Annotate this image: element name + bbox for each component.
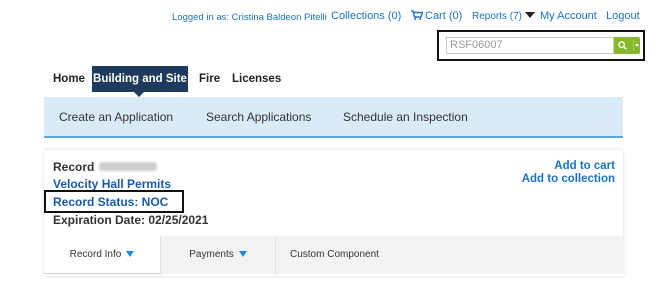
nav-home[interactable]: Home	[53, 66, 85, 92]
chevron-down-icon	[525, 12, 536, 18]
tab-custom-component-label: Custom Component	[290, 249, 379, 260]
schedule-inspection-link[interactable]: Schedule an Inspection	[343, 97, 468, 137]
logout-link[interactable]: Logout	[606, 10, 640, 22]
chevron-down-icon	[238, 251, 247, 257]
search-dropdown-icon[interactable]	[633, 40, 639, 51]
record-tabs: Record Info Payments Custom Component	[44, 236, 623, 274]
add-to-collection-link[interactable]: Add to collection	[522, 173, 615, 185]
nav-fire[interactable]: Fire	[199, 66, 220, 92]
search-button[interactable]	[614, 37, 640, 54]
record-status: Record Status: NOC	[53, 195, 169, 209]
record-card: Record Velocity Hall Permits Record Stat…	[44, 150, 623, 276]
chevron-down-icon	[126, 251, 135, 257]
reports-label: Reports (7)	[472, 11, 523, 22]
tab-record-info[interactable]: Record Info	[44, 236, 160, 274]
collections-link[interactable]: Collections (0)	[331, 10, 401, 22]
cart-link[interactable]: Cart (0)	[411, 10, 462, 22]
search-input[interactable]: RSF06007	[446, 37, 614, 54]
permit-type: Velocity Hall Permits	[53, 177, 172, 191]
redacted-record-number	[99, 162, 158, 171]
expiration-date: Expiration Date: 02/25/2021	[53, 213, 209, 227]
tab-payments-label: Payments	[189, 249, 234, 260]
top-bar: Logged in as: Cristina Baldeon Pitelli C…	[0, 10, 652, 26]
create-application-link[interactable]: Create an Application	[59, 97, 173, 137]
cart-icon	[411, 10, 423, 20]
tab-record-info-label: Record Info	[69, 249, 122, 260]
search-icon	[618, 41, 627, 50]
cart-label: Cart (0)	[425, 10, 463, 22]
search-highlight-box: RSF06007	[437, 30, 645, 61]
nav-building-and-site[interactable]: Building and Site	[92, 66, 188, 97]
tab-custom-component[interactable]: Custom Component	[275, 236, 395, 274]
add-to-cart-link[interactable]: Add to cart	[554, 160, 615, 172]
search-applications-link[interactable]: Search Applications	[206, 97, 311, 137]
my-account-link[interactable]: My Account	[540, 10, 597, 22]
logged-in-text: Logged in as: Cristina Baldeon Pitelli	[172, 12, 327, 23]
reports-menu[interactable]: Reports (7)	[472, 11, 536, 22]
sub-nav: Create an Application Search Application…	[44, 97, 623, 138]
nav-licenses[interactable]: Licenses	[232, 66, 281, 92]
record-heading: Record	[53, 160, 158, 174]
tab-payments[interactable]: Payments	[160, 236, 275, 274]
record-label: Record	[53, 160, 95, 174]
